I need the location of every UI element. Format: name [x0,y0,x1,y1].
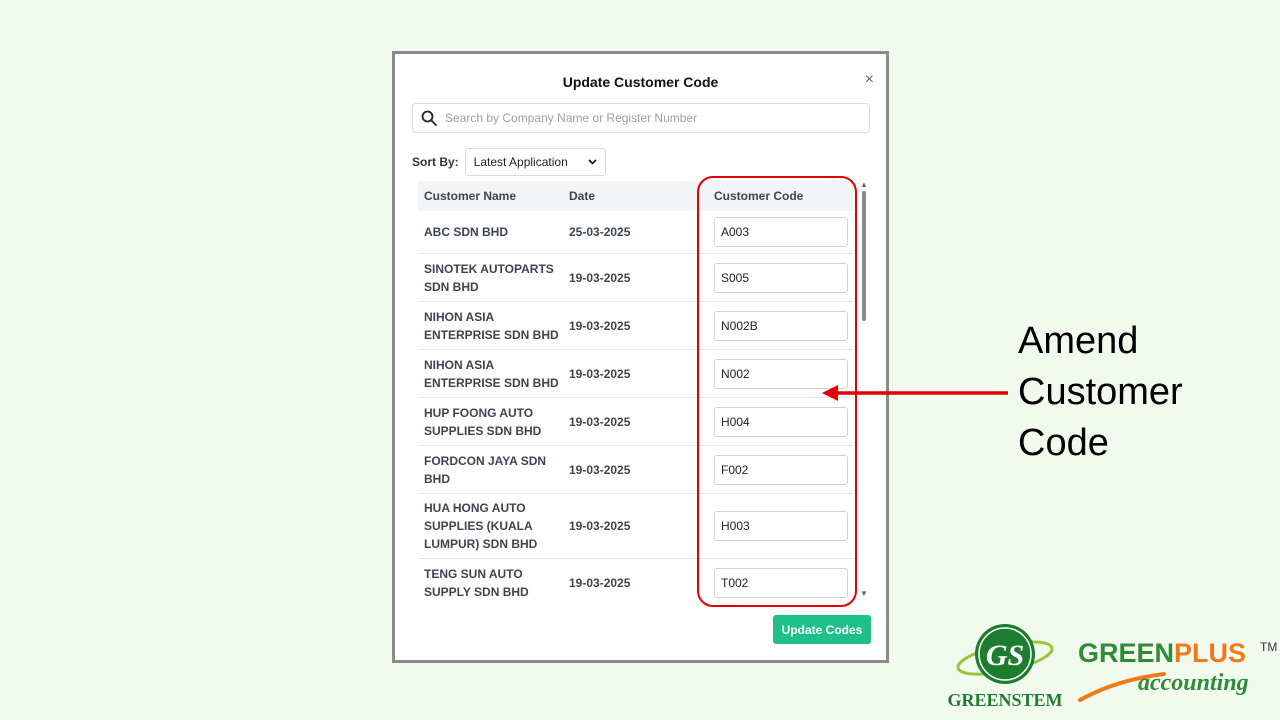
sort-select[interactable]: Latest Application [464,148,606,176]
application-date: 19-03-2025 [569,519,631,533]
arrow-icon [822,385,1008,401]
application-date: 19-03-2025 [569,575,631,590]
greenstem-wordmark: GREENSTEM [947,690,1063,710]
table-row: FORDCON JAYA SDN BHD 19-03-2025 [418,446,854,494]
callout-line: Customer [1018,371,1183,413]
customer-code-input[interactable] [714,406,848,437]
table-row: SINOTEK AUTOPARTS SDN BHD 19-03-2025 [418,254,854,302]
search-input[interactable] [443,110,869,126]
search-icon [421,110,437,126]
application-date: 25-03-2025 [569,225,631,239]
search-box[interactable] [412,103,870,133]
application-date: 19-03-2025 [569,366,631,381]
customer-name: SINOTEK AUTOPARTS SDN BHD [424,261,554,294]
application-date: 19-03-2025 [569,414,631,429]
application-date: 19-03-2025 [569,318,631,333]
update-codes-button[interactable]: Update Codes [773,615,871,644]
sort-label: Sort By: [412,155,459,169]
callout-line: Amend [1018,320,1139,362]
table-row: NIHON ASIA ENTERPRISE SDN BHD 19-03-2025 [418,350,854,398]
greenstem-mark: GS [986,639,1024,672]
close-icon[interactable]: × [865,72,874,88]
customer-name: NIHON ASIA ENTERPRISE SDN BHD [424,357,559,390]
application-date: 19-03-2025 [569,270,631,285]
customer-code-input[interactable] [714,217,848,247]
greenplus-green-text: GREEN [1078,638,1175,668]
greenplus-orange-text: PLUS [1174,638,1247,668]
greenplus-accounting-logo: GREENPLUS TM accounting [1076,636,1278,706]
application-date: 19-03-2025 [569,462,631,477]
customer-code-input[interactable] [714,310,848,341]
customer-code-input[interactable] [714,262,848,293]
trademark-symbol: TM [1260,640,1278,654]
customer-name: HUA HONG AUTO SUPPLIES (KUALA LUMPUR) SD… [424,501,538,551]
update-customer-code-modal: Update Customer Code × Sort By: Latest A… [392,51,889,663]
amend-customer-code-callout: Amend Customer Code [1018,316,1183,469]
greenplus-wordmark: GREENPLUS [1078,638,1246,669]
table-row: TENG SUN AUTO SUPPLY SDN BHD 19-03-2025 [418,559,854,601]
greenstem-logo: GS GREENSTEM [945,620,1065,715]
column-header-customer-code: Customer Code [714,189,804,203]
customer-name: NIHON ASIA ENTERPRISE SDN BHD [424,309,559,342]
table-row: NIHON ASIA ENTERPRISE SDN BHD 19-03-2025 [418,302,854,350]
sort-select-value: Latest Application [473,155,568,169]
customer-name: FORDCON JAYA SDN BHD [424,453,547,486]
modal-title: Update Customer Code [562,74,719,90]
chevron-down-icon [588,159,597,165]
customer-name: ABC SDN BHD [424,225,508,239]
greenstem-emblem-icon: GS [956,624,1054,684]
customer-code-input[interactable] [714,511,848,541]
customer-name: TENG SUN AUTO SUPPLY SDN BHD [424,566,529,599]
column-header-date: Date [569,189,596,203]
table-header: Customer Name Date Customer Code [418,181,854,211]
scroll-thumb[interactable] [862,191,866,321]
callout-line: Code [1018,422,1109,464]
table-row: HUP FOONG AUTO SUPPLIES SDN BHD 19-03-20… [418,398,854,446]
scroll-down-arrow-icon[interactable]: ▼ [860,590,868,598]
table-row: ABC SDN BHD 25-03-2025 [418,211,854,254]
column-header-customer-name: Customer Name [424,189,517,203]
customer-code-input[interactable] [714,567,848,598]
scroll-up-arrow-icon[interactable]: ▲ [860,181,868,189]
customer-table: Customer Name Date Customer Code ABC SDN… [418,181,854,601]
table-row: HUA HONG AUTO SUPPLIES (KUALA LUMPUR) SD… [418,494,854,559]
accounting-wordmark: accounting [1138,670,1249,696]
customer-code-input[interactable] [714,454,848,485]
sort-row: Sort By: Latest Application [412,148,606,176]
customer-name: HUP FOONG AUTO SUPPLIES SDN BHD [424,405,542,438]
